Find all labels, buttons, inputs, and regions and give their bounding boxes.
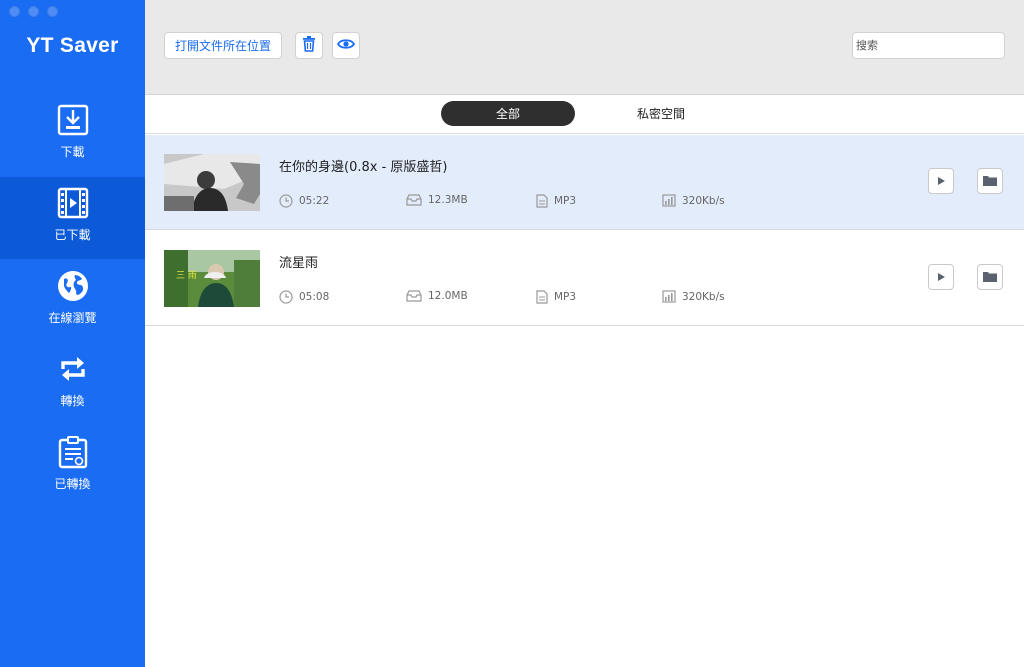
sidebar-item-label: 已下載 bbox=[54, 228, 91, 242]
bitrate: 320Kb/s bbox=[662, 194, 725, 207]
sidebar-item-online-browse[interactable]: 在線瀏覽 bbox=[0, 260, 145, 342]
item-title: 在你的身邊(0.8x - 原版盛哲) bbox=[279, 160, 448, 175]
bitrate: 320Kb/s bbox=[662, 290, 725, 303]
delete-button[interactable] bbox=[295, 32, 323, 59]
sidebar-item-download[interactable]: 下載 bbox=[0, 94, 145, 176]
app-brand: YT Saver bbox=[26, 34, 119, 57]
play-button[interactable] bbox=[928, 264, 954, 290]
duration: 05:22 bbox=[279, 194, 329, 208]
converted-doc-icon bbox=[56, 435, 90, 469]
preview-button[interactable] bbox=[332, 32, 360, 59]
bitrate-value: 320Kb/s bbox=[682, 194, 725, 207]
file-format-value: MP3 bbox=[554, 195, 577, 207]
search-input[interactable] bbox=[852, 32, 1005, 59]
convert-icon bbox=[56, 352, 90, 386]
eye-icon bbox=[336, 38, 356, 53]
open-folder-button[interactable] bbox=[977, 168, 1003, 194]
toolbar: 打開文件所在位置 bbox=[145, 0, 1024, 95]
filter-tabs: 全部 私密空間 bbox=[145, 96, 1024, 134]
tab-all[interactable]: 全部 bbox=[441, 101, 575, 126]
bitrate-icon bbox=[662, 194, 676, 207]
open-folder-button[interactable] bbox=[977, 264, 1003, 290]
sidebar: YT Saver 下載 已下載 在線瀏覽 轉換 已轉換 bbox=[0, 0, 145, 667]
minimize-window-button[interactable] bbox=[28, 6, 39, 17]
play-icon bbox=[936, 270, 946, 285]
duration: 05:08 bbox=[279, 290, 329, 304]
file-size-value: 12.0MB bbox=[428, 290, 468, 302]
file-size-value: 12.3MB bbox=[428, 194, 468, 206]
list-item[interactable]: 在你的身邊(0.8x - 原版盛哲) 05:22 12.3MB MP3 320K… bbox=[145, 135, 1024, 230]
bitrate-value: 320Kb/s bbox=[682, 290, 725, 303]
clock-icon bbox=[279, 194, 293, 208]
folder-icon bbox=[983, 270, 997, 285]
video-thumbnail bbox=[164, 154, 260, 211]
film-icon bbox=[56, 186, 90, 220]
sidebar-item-label: 下載 bbox=[60, 145, 85, 159]
download-icon bbox=[56, 103, 90, 137]
play-button[interactable] bbox=[928, 168, 954, 194]
sidebar-item-converted[interactable]: 已轉換 bbox=[0, 426, 145, 508]
list-item[interactable]: 三 雨 流星雨 05:08 12.0MB MP3 320Kb/s bbox=[145, 231, 1024, 326]
close-window-button[interactable] bbox=[9, 6, 20, 17]
globe-icon bbox=[56, 269, 90, 303]
sidebar-item-label: 轉換 bbox=[60, 394, 85, 408]
zoom-window-button[interactable] bbox=[47, 6, 58, 17]
file-format-value: MP3 bbox=[554, 291, 577, 303]
sidebar-item-label: 已轉換 bbox=[54, 477, 91, 491]
file-size: 12.0MB bbox=[406, 290, 468, 302]
duration-value: 05:08 bbox=[299, 291, 330, 303]
sidebar-item-convert[interactable]: 轉換 bbox=[0, 343, 145, 425]
file-format: MP3 bbox=[536, 194, 576, 208]
tab-private-space[interactable]: 私密空間 bbox=[594, 101, 728, 126]
open-file-location-button[interactable]: 打開文件所在位置 bbox=[164, 32, 283, 59]
bitrate-icon bbox=[662, 290, 676, 303]
sidebar-item-downloaded[interactable]: 已下載 bbox=[0, 177, 145, 259]
sidebar-item-label: 在線瀏覽 bbox=[48, 311, 97, 325]
file-format: MP3 bbox=[536, 290, 576, 304]
file-icon bbox=[536, 290, 548, 304]
duration-value: 05:22 bbox=[299, 195, 330, 207]
file-size: 12.3MB bbox=[406, 194, 468, 206]
svg-text:三 雨: 三 雨 bbox=[176, 270, 197, 281]
storage-icon bbox=[406, 194, 422, 206]
storage-icon bbox=[406, 290, 422, 302]
file-icon bbox=[536, 194, 548, 208]
window-controls bbox=[9, 6, 58, 17]
trash-icon bbox=[302, 36, 316, 55]
play-icon bbox=[936, 174, 946, 189]
clock-icon bbox=[279, 290, 293, 304]
item-title: 流星雨 bbox=[279, 256, 319, 271]
folder-icon bbox=[983, 174, 997, 189]
video-thumbnail: 三 雨 bbox=[164, 250, 260, 307]
